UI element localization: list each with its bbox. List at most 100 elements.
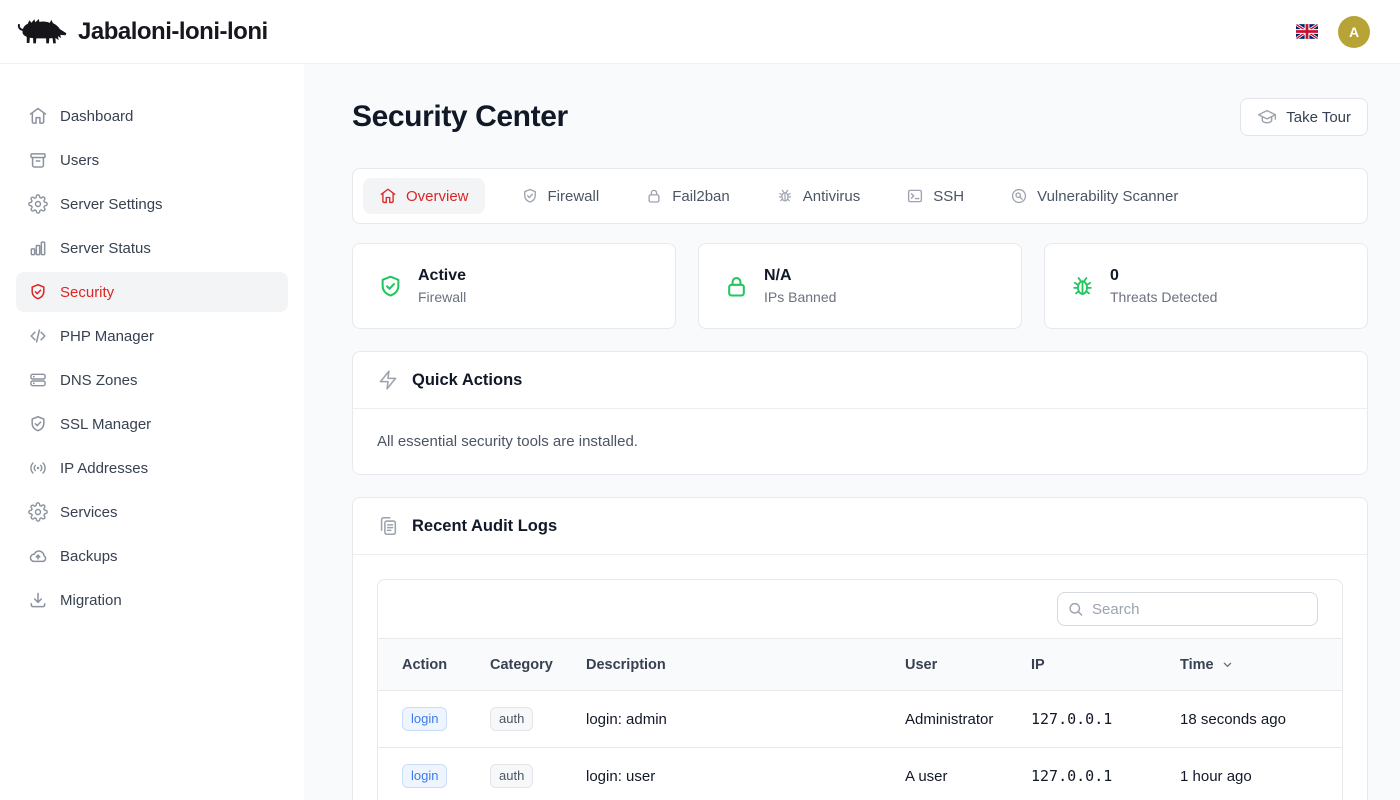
tab-antivirus[interactable]: Antivirus [766, 178, 871, 214]
avatar-initial: A [1349, 24, 1359, 40]
user-cell: Administrator [905, 691, 1031, 748]
bar-chart-icon [28, 238, 48, 258]
cloud-upload-icon [28, 546, 48, 566]
status-cards: Active Firewall N/A IPs Banned 0 Threats… [352, 243, 1368, 329]
tab-overview[interactable]: Overview [363, 178, 485, 214]
brand-name: Jabaloni-loni-loni [78, 18, 268, 46]
table-header-row: Action Category Description User IP Time [378, 639, 1342, 691]
topbar: Jabaloni-loni-loni A [0, 0, 1400, 64]
table-row[interactable]: login auth login: user A user 127.0.0.1 … [378, 748, 1342, 800]
column-time[interactable]: Time [1180, 639, 1342, 691]
column-ip[interactable]: IP [1031, 639, 1180, 691]
clipboard-icon [377, 515, 399, 537]
time-cell: 18 seconds ago [1180, 691, 1342, 748]
threats-detected-card: 0 Threats Detected [1044, 243, 1368, 329]
audit-logs-panel: Action Category Description User IP Time… [377, 579, 1343, 800]
sidebar-item-label: Server Settings [60, 196, 163, 213]
sidebar-item-security[interactable]: Security [16, 272, 288, 312]
sidebar-item-migration[interactable]: Migration [16, 580, 288, 620]
stat-label: Threats Detected [1110, 289, 1217, 305]
audit-logs-card: Recent Audit Logs Action [352, 497, 1368, 800]
sidebar-item-server-status[interactable]: Server Status [16, 228, 288, 268]
ip-cell: 127.0.0.1 [1031, 748, 1180, 800]
shield-check-icon [521, 187, 539, 205]
main-content: Security Center Take Tour Overview Firew… [304, 64, 1400, 800]
stat-label: Firewall [418, 289, 466, 305]
home-icon [28, 106, 48, 126]
tab-ssh[interactable]: SSH [896, 178, 974, 214]
user-cell: A user [905, 748, 1031, 800]
sidebar: Dashboard Users Server Settings Server S… [0, 64, 304, 800]
tab-fail2ban[interactable]: Fail2ban [635, 178, 740, 214]
description-cell: login: user [586, 748, 905, 800]
tab-vulnerability-scanner[interactable]: Vulnerability Scanner [1000, 178, 1188, 214]
shield-check-icon [28, 414, 48, 434]
sidebar-item-label: SSL Manager [60, 416, 151, 433]
column-category[interactable]: Category [490, 639, 586, 691]
sidebar-item-label: Services [60, 504, 118, 521]
take-tour-label: Take Tour [1286, 109, 1351, 126]
tab-label: Overview [406, 188, 469, 205]
security-tabs: Overview Firewall Fail2ban Antivirus SSH… [352, 168, 1368, 224]
sidebar-item-ssl-manager[interactable]: SSL Manager [16, 404, 288, 444]
sidebar-item-dashboard[interactable]: Dashboard [16, 96, 288, 136]
sidebar-item-ip-addresses[interactable]: IP Addresses [16, 448, 288, 488]
sidebar-item-server-settings[interactable]: Server Settings [16, 184, 288, 224]
search-icon [1067, 601, 1084, 618]
sidebar-item-dns-zones[interactable]: DNS Zones [16, 360, 288, 400]
column-description[interactable]: Description [586, 639, 905, 691]
sidebar-item-backups[interactable]: Backups [16, 536, 288, 576]
lock-icon [723, 273, 750, 300]
boar-logo-icon [16, 13, 68, 51]
audit-logs-title: Recent Audit Logs [412, 517, 557, 536]
lock-icon [645, 187, 663, 205]
shield-check-icon [28, 282, 48, 302]
chevron-down-icon [1220, 657, 1235, 672]
sidebar-item-label: Migration [60, 592, 122, 609]
quick-actions-card: Quick Actions All essential security too… [352, 351, 1368, 475]
tab-label: Firewall [548, 188, 600, 205]
archive-box-icon [28, 150, 48, 170]
stat-value: Active [418, 267, 466, 285]
ips-banned-card: N/A IPs Banned [698, 243, 1022, 329]
quick-actions-title: Quick Actions [412, 371, 522, 390]
take-tour-button[interactable]: Take Tour [1240, 98, 1368, 136]
shield-check-icon [377, 273, 404, 300]
column-action[interactable]: Action [378, 639, 490, 691]
gear-icon [28, 194, 48, 214]
lightning-icon [377, 369, 399, 391]
uk-flag-icon[interactable] [1296, 24, 1318, 39]
tab-label: Fail2ban [672, 188, 730, 205]
home-icon [379, 187, 397, 205]
sidebar-item-label: Security [60, 284, 114, 301]
sidebar-item-label: Backups [60, 548, 118, 565]
sidebar-item-services[interactable]: Services [16, 492, 288, 532]
sidebar-item-label: Server Status [60, 240, 151, 257]
sidebar-item-users[interactable]: Users [16, 140, 288, 180]
stat-value: N/A [764, 267, 836, 285]
tab-label: Antivirus [803, 188, 861, 205]
search-input[interactable] [1057, 592, 1318, 626]
page-title: Security Center [352, 100, 568, 134]
ip-cell: 127.0.0.1 [1031, 691, 1180, 748]
sidebar-item-php-manager[interactable]: PHP Manager [16, 316, 288, 356]
audit-logs-table: Action Category Description User IP Time… [378, 638, 1342, 800]
table-row[interactable]: login auth login: admin Administrator 12… [378, 691, 1342, 748]
description-cell: login: admin [586, 691, 905, 748]
sidebar-item-label: PHP Manager [60, 328, 154, 345]
brand[interactable]: Jabaloni-loni-loni [16, 13, 268, 51]
scan-search-icon [1010, 187, 1028, 205]
avatar[interactable]: A [1338, 16, 1370, 48]
bug-icon [1069, 273, 1096, 300]
tab-label: Vulnerability Scanner [1037, 188, 1178, 205]
column-user[interactable]: User [905, 639, 1031, 691]
download-icon [28, 590, 48, 610]
server-stack-icon [28, 370, 48, 390]
stat-label: IPs Banned [764, 289, 836, 305]
time-cell: 1 hour ago [1180, 748, 1342, 800]
category-badge: auth [490, 707, 533, 731]
tab-firewall[interactable]: Firewall [511, 178, 610, 214]
quick-actions-message: All essential security tools are install… [353, 409, 1367, 474]
action-badge: login [402, 707, 447, 731]
bug-icon [776, 187, 794, 205]
